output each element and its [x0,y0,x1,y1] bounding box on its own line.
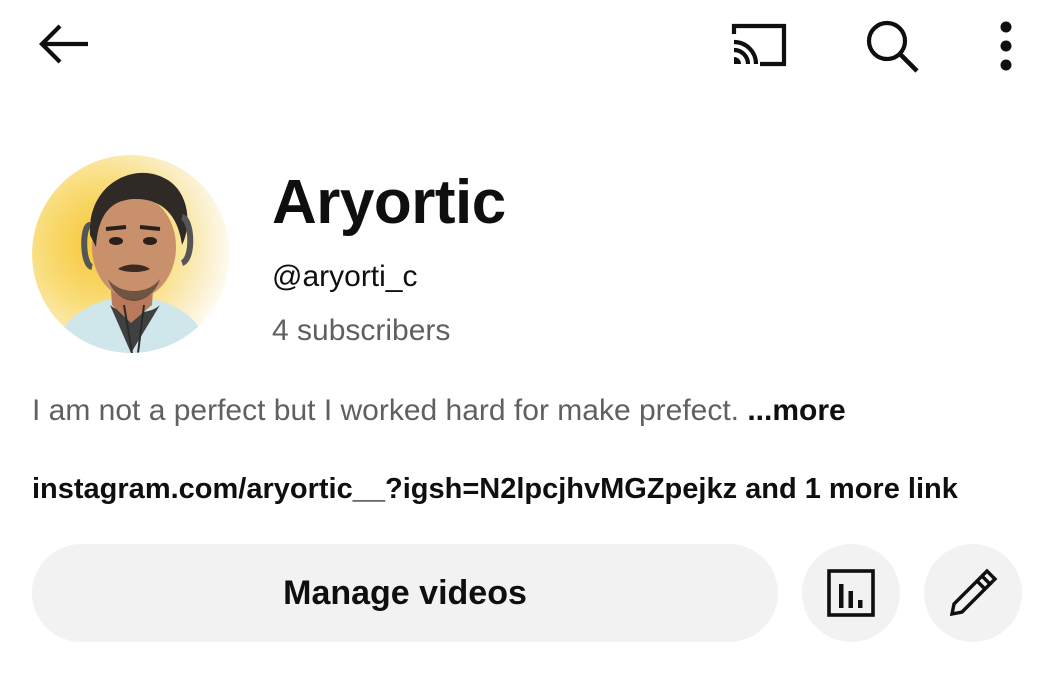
arrow-left-icon [39,24,88,64]
description-more-link[interactable]: ...more [747,394,845,427]
description-text: I am not a perfect but I worked hard for… [32,394,748,427]
search-button[interactable] [856,14,928,78]
channel-page: Aryortic @aryorti_c 4 subscribers I am n… [0,0,1052,690]
pencil-icon [949,568,998,617]
subscriber-count: 4 subscribers [272,314,451,347]
edit-channel-button[interactable] [924,544,1022,642]
channel-description[interactable]: I am not a perfect but I worked hard for… [32,392,1032,430]
channel-handle: @aryorti_c [272,260,418,293]
back-button[interactable] [30,14,96,74]
manage-videos-button[interactable]: Manage videos [32,544,778,642]
more-vertical-icon [1000,21,1012,71]
analytics-icon [827,569,875,617]
channel-avatar[interactable] [32,155,230,353]
analytics-button[interactable] [802,544,900,642]
more-options-button[interactable] [982,14,1030,78]
cast-icon [731,23,787,67]
search-icon [866,20,919,73]
channel-links[interactable]: instagram.com/aryortic__?igsh=N2lpcjhvMG… [32,470,1042,508]
channel-name: Aryortic [272,168,506,237]
cast-button[interactable] [722,14,794,74]
top-app-bar [0,0,1052,90]
manage-videos-label: Manage videos [283,573,527,612]
avatar-photo [32,155,230,353]
